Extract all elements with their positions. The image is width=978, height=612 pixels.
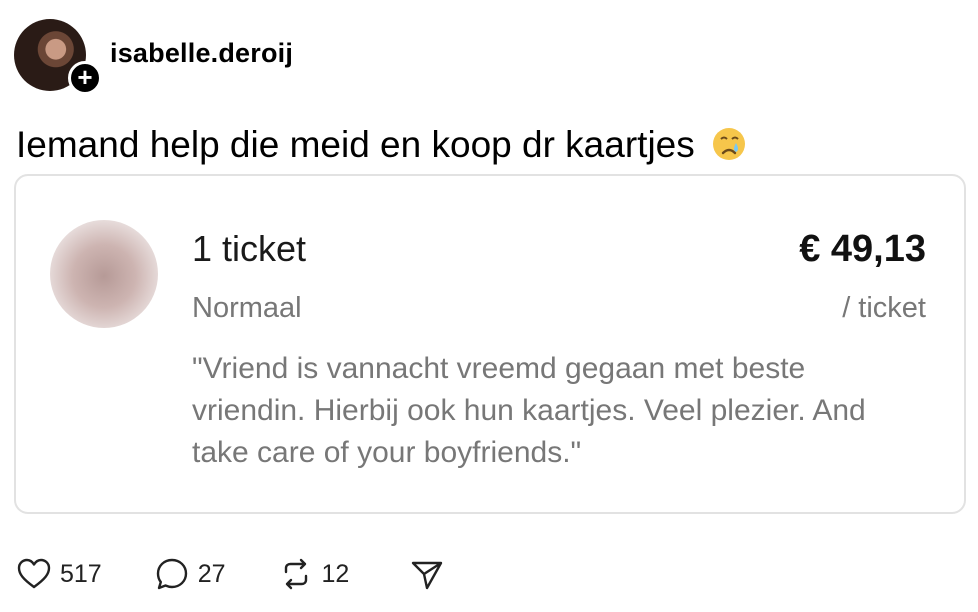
heart-icon <box>17 558 51 589</box>
ticket-count: 1 ticket <box>192 228 307 269</box>
comment-button[interactable]: 27 <box>154 556 226 592</box>
share-button[interactable] <box>409 556 445 592</box>
repost-count: 12 <box>321 559 350 588</box>
like-count: 517 <box>60 559 102 588</box>
ticket-price: € 49,13 <box>799 228 926 270</box>
like-button[interactable]: 517 <box>16 556 102 592</box>
profile-avatar[interactable]: + <box>14 19 102 95</box>
username[interactable]: isabelle.deroij <box>110 38 293 69</box>
seller-message: "Vriend is vannacht vreemd gegaan met be… <box>192 352 866 469</box>
post-text: Iemand help die meid en koop dr kaartjes <box>16 122 747 168</box>
send-paper-plane-icon <box>412 561 443 590</box>
crying-face-emoji-icon <box>713 128 746 160</box>
repost-icon <box>284 558 307 590</box>
repost-button[interactable]: 12 <box>278 556 350 592</box>
post-actions: 517 27 12 <box>16 552 497 596</box>
seller-avatar-blurred <box>50 220 158 328</box>
comment-bubble-icon <box>156 558 187 590</box>
follow-plus-button[interactable]: + <box>68 61 102 95</box>
post-text-content: Iemand help die meid en koop dr kaartjes <box>16 124 695 165</box>
price-unit: / ticket <box>842 292 926 324</box>
post-header: + isabelle.deroij <box>14 16 293 95</box>
comment-count: 27 <box>197 559 226 588</box>
ticket-type: Normaal <box>192 292 302 324</box>
ticket-card[interactable]: 1 ticket € 49,13 Normaal / ticket "Vrien… <box>14 174 966 514</box>
